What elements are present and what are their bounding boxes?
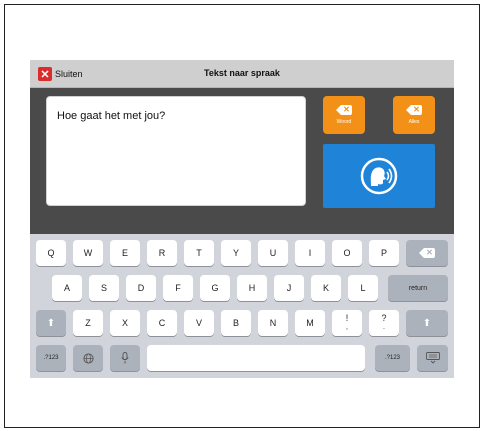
key-m[interactable]: M	[295, 310, 325, 336]
backspace-icon: ✕	[419, 248, 435, 258]
key-q[interactable]: Q	[36, 240, 66, 266]
key-l[interactable]: L	[348, 275, 378, 301]
input-panel: Hoe gaat het met jou? ✕ Woord ✕ Alles	[30, 88, 454, 234]
key-f[interactable]: F	[163, 275, 193, 301]
numbers-right-key[interactable]: .?123	[375, 345, 410, 371]
key-z[interactable]: Z	[73, 310, 103, 336]
shift-right-key[interactable]: ⬆	[406, 310, 448, 336]
microphone-key[interactable]	[110, 345, 140, 371]
text-input-value: Hoe gaat het met jou?	[57, 110, 166, 122]
backspace-icon: ✕	[406, 105, 422, 115]
key-g[interactable]: G	[200, 275, 230, 301]
delete-word-button[interactable]: ✕ Woord	[323, 96, 365, 134]
key-s[interactable]: S	[89, 275, 119, 301]
delete-word-label: Woord	[336, 119, 352, 125]
key-question-period[interactable]: ? .	[369, 310, 399, 336]
key-t[interactable]: T	[184, 240, 214, 266]
key-w[interactable]: W	[73, 240, 103, 266]
speaking-head-icon	[360, 157, 398, 195]
globe-icon	[82, 352, 94, 364]
key-x[interactable]: X	[110, 310, 140, 336]
space-bar[interactable]	[147, 345, 365, 371]
backspace-icon: ✕	[336, 105, 352, 115]
key-a[interactable]: A	[52, 275, 82, 301]
delete-all-button[interactable]: ✕ Alles	[393, 96, 435, 134]
top-bar: ✕ Sluiten Tekst naar spraak	[30, 60, 454, 88]
shift-left-key[interactable]: ⬆	[36, 310, 66, 336]
globe-key[interactable]	[73, 345, 103, 371]
text-input[interactable]: Hoe gaat het met jou?	[46, 96, 306, 206]
key-v[interactable]: V	[184, 310, 214, 336]
key-i[interactable]: I	[295, 240, 325, 266]
key-b[interactable]: B	[221, 310, 251, 336]
shift-icon: ⬆	[46, 317, 56, 329]
hide-keyboard-key[interactable]	[417, 345, 448, 371]
key-k[interactable]: K	[311, 275, 341, 301]
key-top-char: ?	[381, 313, 387, 323]
key-bottom-char: .	[383, 324, 385, 331]
keyboard-dismiss-icon	[425, 352, 440, 364]
numbers-left-key[interactable]: .?123	[36, 345, 66, 371]
speak-button[interactable]	[323, 144, 435, 208]
key-o[interactable]: O	[332, 240, 362, 266]
key-c[interactable]: C	[147, 310, 177, 336]
delete-all-label: Alles	[408, 119, 420, 125]
key-j[interactable]: J	[274, 275, 304, 301]
key-h[interactable]: H	[237, 275, 267, 301]
key-d[interactable]: D	[126, 275, 156, 301]
return-key[interactable]: return	[388, 275, 448, 301]
microphone-icon	[121, 352, 129, 364]
key-p[interactable]: P	[369, 240, 399, 266]
page-title: Tekst naar spraak	[204, 68, 280, 78]
key-u[interactable]: U	[258, 240, 288, 266]
app-screen: ✕ Sluiten Tekst naar spraak Hoe gaat het…	[30, 60, 454, 378]
on-screen-keyboard: Q W E R T Y U I O P ✕ A S D F G H J K L …	[30, 234, 454, 378]
key-bottom-char: ,	[346, 324, 348, 331]
key-y[interactable]: Y	[221, 240, 251, 266]
backspace-key[interactable]: ✕	[406, 240, 448, 266]
key-r[interactable]: R	[147, 240, 177, 266]
key-n[interactable]: N	[258, 310, 288, 336]
key-top-char: !	[345, 313, 349, 323]
key-e[interactable]: E	[110, 240, 140, 266]
shift-icon: ⬆	[422, 317, 432, 329]
key-exclamation-comma[interactable]: ! ,	[332, 310, 362, 336]
